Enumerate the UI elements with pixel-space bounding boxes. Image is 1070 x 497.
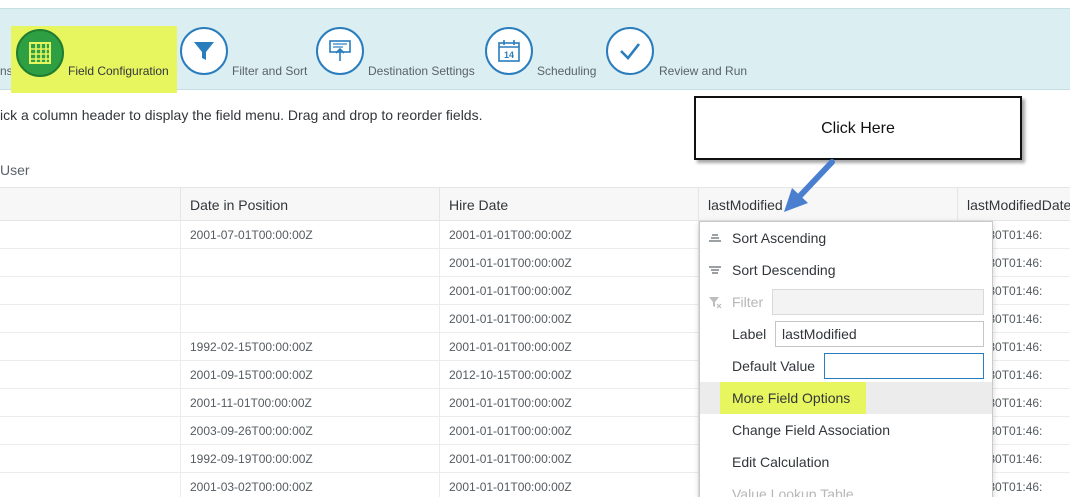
- menu-item-sort-descending[interactable]: Sort Descending: [700, 254, 992, 286]
- export-icon: [329, 40, 351, 61]
- table-cell: 2001-09-15T00:00:00Z: [180, 361, 439, 389]
- column-header-hire-date[interactable]: Hire Date: [439, 188, 698, 222]
- column-header-date-in-position[interactable]: Date in Position: [180, 188, 439, 222]
- menu-item-value-lookup-table: Value Lookup Table: [700, 478, 992, 497]
- step-field-configuration-button[interactable]: [16, 29, 64, 77]
- table-cell: 2003-09-26T00:00:00Z: [180, 417, 439, 445]
- table-cell: 2012-10-15T00:00:00Z: [439, 361, 698, 389]
- step-field-configuration-label[interactable]: Field Configuration: [68, 64, 169, 78]
- menu-item-label: Filter: [732, 294, 764, 310]
- label-field-label: Label: [732, 326, 767, 342]
- click-here-callout: Click Here: [694, 96, 1022, 160]
- table-cell: 1992-02-15T00:00:00Z: [180, 333, 439, 361]
- table-cell: 2001-01-01T00:00:00Z: [439, 249, 698, 277]
- table-cell: 2001-07-01T00:00:00Z: [180, 221, 439, 249]
- calendar-icon: 14: [498, 40, 520, 62]
- menu-item-more-field-options[interactable]: More Field Options: [700, 382, 992, 414]
- step-scheduling-button[interactable]: 14: [485, 27, 533, 75]
- table-cell: [0, 305, 180, 333]
- field-menu: Sort Ascending Sort Descending Filter La…: [699, 221, 993, 497]
- step-scheduling-label[interactable]: Scheduling: [537, 64, 596, 78]
- calendar-day-text: 14: [504, 50, 514, 60]
- step-destination-settings-label[interactable]: Destination Settings: [368, 64, 475, 78]
- step-review-and-run-button[interactable]: [606, 27, 654, 75]
- table-cell: 2001-01-01T00:00:00Z: [439, 473, 698, 497]
- instruction-text: ick a column header to display the field…: [0, 107, 483, 123]
- table-grid-icon: [29, 42, 51, 64]
- label-input[interactable]: [775, 321, 984, 347]
- table-cell: [180, 277, 439, 305]
- table-cell: [0, 361, 180, 389]
- table-cell: [0, 417, 180, 445]
- table-cell: 2001-03-02T00:00:00Z: [180, 473, 439, 497]
- menu-item-label: Sort Descending: [732, 262, 836, 278]
- checkmark-icon: [620, 43, 641, 60]
- menu-item-label: Edit Calculation: [732, 454, 830, 470]
- menu-item-label: Change Field Association: [732, 422, 890, 438]
- table-cell: 2001-01-01T00:00:00Z: [439, 221, 698, 249]
- table-cell: [180, 305, 439, 333]
- step-destination-settings-button[interactable]: [316, 27, 364, 75]
- column-header-last-modified-date[interactable]: lastModifiedDate: [957, 188, 1070, 222]
- step-filter-and-sort-button[interactable]: [180, 27, 228, 75]
- table-cell: 2001-11-01T00:00:00Z: [180, 389, 439, 417]
- table-cell: 2001-01-01T00:00:00Z: [439, 445, 698, 473]
- menu-item-sort-ascending[interactable]: Sort Ascending: [700, 222, 992, 254]
- default-value-input[interactable]: [824, 353, 984, 379]
- table-cell: [0, 277, 180, 305]
- filter-icon: [709, 297, 722, 309]
- table-header: Date in Position Hire Date lastModified …: [0, 187, 1070, 222]
- section-title: User: [0, 162, 30, 178]
- menu-item-label: Sort Ascending: [732, 230, 827, 246]
- filter-icon: [194, 42, 214, 60]
- table-cell: [0, 445, 180, 473]
- sort-ascending-icon: [709, 234, 721, 242]
- table-cell: 2001-01-01T00:00:00Z: [439, 277, 698, 305]
- menu-item-change-field-association[interactable]: Change Field Association: [700, 414, 992, 446]
- table-cell: 1992-09-19T00:00:00Z: [180, 445, 439, 473]
- table-cell: [0, 221, 180, 249]
- menu-item-label: More Field Options: [732, 390, 851, 406]
- step-filter-and-sort-label[interactable]: Filter and Sort: [232, 64, 307, 78]
- table-cell: [0, 333, 180, 361]
- table-cell: [180, 249, 439, 277]
- table-cell: [0, 473, 180, 497]
- table-cell: 2001-01-01T00:00:00Z: [439, 389, 698, 417]
- default-value-label: Default Value: [732, 358, 816, 374]
- table-cell: 2001-01-01T00:00:00Z: [439, 305, 698, 333]
- wizard-step-bar: ns Field Configuration Filter and Sort D…: [0, 8, 1070, 93]
- step-review-and-run-label[interactable]: Review and Run: [659, 64, 747, 78]
- menu-item-edit-calculation[interactable]: Edit Calculation: [700, 446, 992, 478]
- callout-arrow-icon: [784, 159, 835, 212]
- table-cell: [0, 389, 180, 417]
- table-cell: [0, 249, 180, 277]
- sort-descending-icon: [709, 266, 721, 274]
- table-cell: 2001-01-01T00:00:00Z: [439, 417, 698, 445]
- menu-item-label: Value Lookup Table: [732, 486, 854, 497]
- table-cell: 2001-01-01T00:00:00Z: [439, 333, 698, 361]
- column-header-0[interactable]: [0, 188, 180, 222]
- callout-text: Click Here: [821, 120, 895, 137]
- app-root: ns Field Configuration Filter and Sort D…: [0, 0, 1070, 497]
- filter-input: [772, 289, 984, 315]
